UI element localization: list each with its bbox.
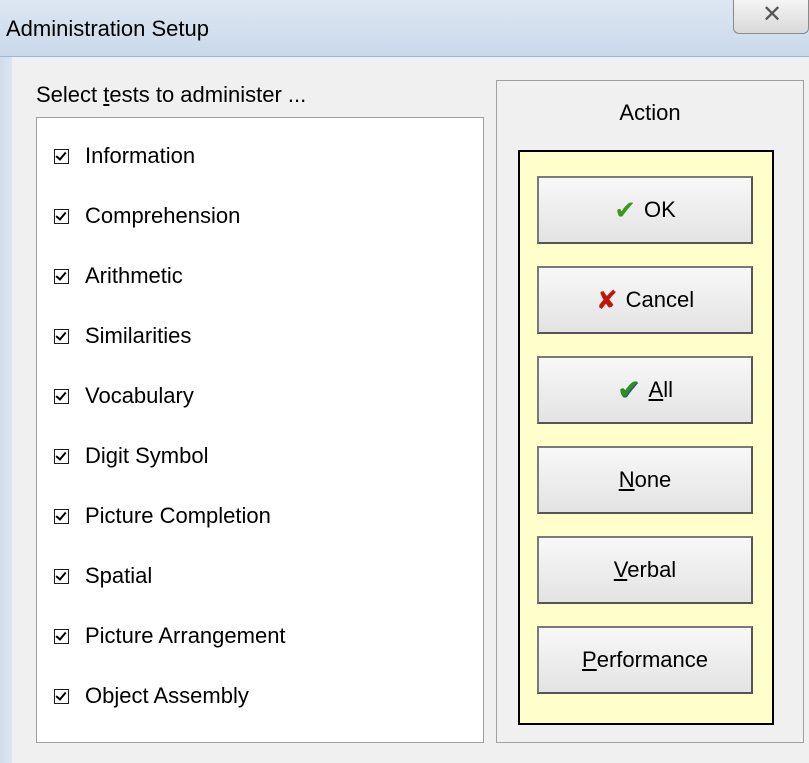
test-checkbox-label: Vocabulary	[85, 383, 194, 408]
test-checkbox-label: Comprehension	[85, 203, 241, 228]
test-checkbox-row[interactable]: Picture Arrangement	[54, 621, 286, 651]
test-checkbox-row[interactable]: Object Assembly	[54, 681, 249, 711]
window-title: Administration Setup	[6, 16, 209, 41]
test-checkbox-row[interactable]: Digit Symbol	[54, 441, 208, 471]
test-checkbox-row[interactable]: Picture Completion	[54, 501, 271, 531]
test-checkbox-row[interactable]: Arithmetic	[54, 261, 183, 291]
test-checkbox-label: Digit Symbol	[85, 443, 209, 468]
checkbox[interactable]	[54, 388, 69, 404]
checkbox[interactable]	[54, 448, 69, 464]
test-checkbox-label: Similarities	[85, 323, 192, 348]
test-checkbox-row[interactable]: Spatial	[54, 561, 152, 591]
action-group-title: Action	[619, 100, 681, 125]
test-checkbox-row[interactable]: Comprehension	[54, 201, 240, 231]
test-checkbox-label: Arithmetic	[85, 263, 183, 288]
checkbox[interactable]	[54, 508, 69, 524]
checkbox[interactable]	[54, 328, 69, 344]
title-bar: Administration Setup ✕	[0, 0, 809, 57]
test-checkbox-row[interactable]: Similarities	[54, 321, 191, 351]
select-none-button[interactable]: None	[537, 446, 753, 514]
test-checkbox-label: Picture Arrangement	[85, 623, 286, 648]
test-checkbox-row[interactable]: Vocabulary	[54, 381, 194, 411]
tests-group-label: Select tests to administer ...	[36, 82, 307, 107]
test-checkbox-row[interactable]: Information	[54, 141, 195, 171]
checkbox[interactable]	[54, 208, 69, 224]
checkbox[interactable]	[54, 268, 69, 284]
double-check-icon: ✔	[617, 374, 641, 405]
window-frame-edge	[0, 57, 12, 763]
checkbox[interactable]	[54, 628, 69, 644]
verbal-button[interactable]: Verbal	[537, 536, 753, 604]
test-checkbox-label: Information	[85, 143, 196, 168]
close-icon: ✕	[762, 0, 783, 28]
checkbox[interactable]	[54, 148, 69, 164]
performance-button[interactable]: Performance	[537, 626, 753, 694]
checkbox[interactable]	[54, 688, 69, 704]
test-checkbox-label: Picture Completion	[85, 503, 271, 528]
cancel-button[interactable]: ✘ Cancel	[537, 266, 753, 334]
x-icon: ✘	[595, 285, 618, 315]
test-checkbox-label: Object Assembly	[85, 683, 249, 708]
checkbox[interactable]	[54, 568, 69, 584]
select-all-button[interactable]: ✔ All	[537, 356, 753, 424]
test-checkbox-label: Spatial	[85, 563, 153, 588]
check-icon: ✔	[614, 195, 636, 225]
close-button[interactable]: ✕	[733, 0, 809, 34]
ok-button[interactable]: ✔ OK	[537, 176, 753, 244]
